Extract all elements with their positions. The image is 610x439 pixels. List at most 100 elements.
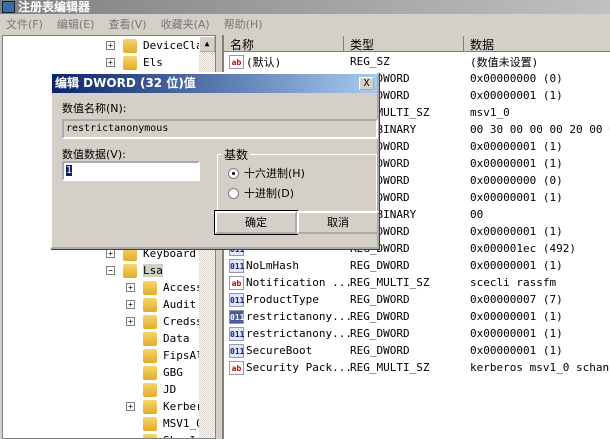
folder-icon [123,263,137,278]
collapse-icon[interactable]: − [106,266,115,275]
column-header-data[interactable]: 数据 [464,36,610,52]
scroll-up-button[interactable]: ▲ [199,36,215,52]
cell-data: 0x00000000 (0) [470,72,563,85]
cell-type: REG_MULTI_SZ [350,361,430,374]
tree-node[interactable]: + Audit [126,296,196,313]
binary-value-icon: 011 [229,258,244,273]
tree-node[interactable]: JD [126,381,176,398]
tree-node-label: Els [143,56,163,69]
cell-data: (数值未设置) [470,55,539,69]
menu-bar: 文件(F) 编辑(E) 查看(V) 收藏夹(A) 帮助(H) [0,14,610,34]
value-name-field: restrictanonymous [62,119,378,139]
cell-data: 0x00000001 (1) [470,157,563,170]
close-icon[interactable]: X [359,77,374,90]
folder-icon [143,399,157,414]
expand-icon[interactable]: + [126,300,135,309]
cancel-button[interactable]: 取消 [297,211,379,234]
radio-dec-label: 十进制(D) [244,187,295,200]
binary-value-icon: 011 [229,343,244,358]
tree-node[interactable]: GBG [126,364,183,381]
expand-icon[interactable]: + [106,58,115,67]
tree-node[interactable]: + Credssp [126,313,209,330]
list-row[interactable]: 011 restrictanony... REG_DWORD 0x00000001 (… [224,325,610,342]
cell-type: REG_DWORD [350,344,410,357]
tree-node-label: Audit [163,298,197,311]
menu-item-4[interactable]: 帮助(H) [224,16,263,32]
menu-item-2[interactable]: 查看(V) [108,16,146,32]
expand-icon[interactable]: + [106,249,115,258]
tree-node[interactable]: Data [126,330,190,347]
binary-value-icon: 011 [229,309,244,324]
cell-data: 0x00000000 (0) [470,174,563,187]
tree-node[interactable]: + Kerbero [126,398,209,415]
list-row[interactable]: 011 NoLmHash REG_DWORD 0x00000001 (1) [224,257,610,274]
radio-hex-dot[interactable] [228,167,239,179]
cell-name: restrictanony... [246,310,352,323]
string-value-icon: ab [229,54,244,69]
tree-node[interactable]: + AccessP [126,279,209,296]
radio-hex[interactable]: 十六进制(H) [228,165,305,181]
list-row[interactable]: ab Notification ... REG_MULTI_SZ scecli ras… [224,274,610,291]
cell-name: ProductType [246,293,319,306]
tree-node-label: GBG [163,366,183,379]
string-value-icon: ab [229,275,244,290]
list-row[interactable]: 011 restrictanony... REG_DWORD 0x00000001 (… [224,308,610,325]
window-title: 注册表编辑器 [18,0,91,14]
list-row[interactable]: 011 ProductType REG_DWORD 0x00000007 (7) [224,291,610,308]
menu-item-0[interactable]: 文件(F) [6,16,43,32]
tree-node[interactable]: MSV1_0 [126,415,203,432]
tree-node[interactable]: FipsAlg [126,347,209,364]
expand-icon[interactable]: + [126,402,135,411]
list-row[interactable]: ab (默认) REG_SZ (数值未设置) [224,53,610,70]
cell-name: SecureBoot [246,344,313,357]
value-name-label: 数值名称(N): [62,102,127,115]
cell-name: NoLmHash [246,259,299,272]
cell-data: 0x00000007 (7) [470,293,563,306]
value-data-input[interactable]: 1 [62,161,200,181]
tree-node-label: Lsa [143,264,163,277]
base-label: 基数 [222,146,251,163]
cell-data: kerberos msv1_0 schannel [470,361,610,374]
string-value-icon: ab [229,360,244,375]
tree-node-label: Skew1 [163,434,196,438]
expand-icon[interactable]: + [126,317,135,326]
cell-type: REG_SZ [350,55,390,68]
cell-data: 0x00000001 (1) [470,191,563,204]
expand-icon[interactable]: + [126,283,135,292]
menu-item-1[interactable]: 编辑(E) [57,16,95,32]
cell-name: Security Pack... [246,361,352,374]
menu-item-3[interactable]: 收藏夹(A) [161,16,210,32]
tree-node-label: MSV1_0 [163,417,203,430]
list-header: 名称 类型 数据 [224,35,610,52]
folder-icon [123,38,137,53]
folder-icon [123,55,137,70]
column-header-name[interactable]: 名称 [224,36,344,52]
cell-name: restrictanony... [246,327,352,340]
cell-data: 0x00000001 (1) [470,344,563,357]
cell-name: Notification ... [246,276,352,289]
tree-node[interactable]: − Lsa [106,262,163,279]
folder-icon [143,280,157,295]
edit-dword-dialog: 编辑 DWORD (32 位)值 X 数值名称(N): restrictanon… [50,72,379,249]
cell-data: 0x00000001 (1) [470,89,563,102]
tree-node[interactable]: Skew1 [126,432,196,438]
list-row[interactable]: 011 SecureBoot REG_DWORD 0x00000001 (1) [224,342,610,359]
ok-button[interactable]: 确定 [214,210,298,235]
cell-data: 0x00000001 (1) [470,310,563,323]
cell-data: 0x000001ec (492) [470,242,576,255]
regedit-app-icon [2,1,15,13]
cell-name: (默认) [246,55,282,69]
tree-node[interactable]: + DeviceClas [106,37,209,54]
cell-data: 0x00000001 (1) [470,225,563,238]
expand-icon[interactable]: + [106,41,115,50]
folder-icon [143,416,157,431]
cell-type: REG_MULTI_SZ [350,276,430,289]
radio-dec[interactable]: 十进制(D) [228,185,294,201]
column-header-type[interactable]: 类型 [344,36,464,52]
dialog-title: 编辑 DWORD (32 位)值 [52,74,377,93]
cell-type: REG_DWORD [350,327,410,340]
radio-dec-dot[interactable] [228,187,239,199]
folder-icon [143,365,157,380]
list-row[interactable]: ab Security Pack... REG_MULTI_SZ kerberos m… [224,359,610,376]
tree-node[interactable]: + Els [106,54,163,71]
